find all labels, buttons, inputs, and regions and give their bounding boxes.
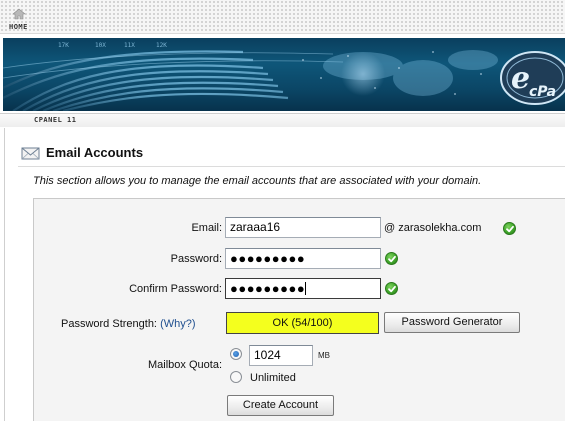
- confirm-valid-check-icon: [385, 282, 398, 295]
- quota-unit: MB: [318, 351, 330, 360]
- header-banner: 17K 10X 11X 12K e cPa: [3, 38, 565, 111]
- cpanel-logo: e cPa: [500, 51, 565, 105]
- password-input[interactable]: ●●●●●●●●●: [225, 248, 381, 269]
- email-domain: @ zarasolekha.com: [384, 222, 482, 234]
- strength-label-text: Password Strength:: [61, 318, 157, 330]
- banner-number: 12K: [156, 42, 167, 49]
- banner-number: 11X: [124, 42, 135, 49]
- page-title: Email Accounts: [46, 145, 144, 160]
- section-description: This section allows you to manage the em…: [33, 175, 482, 187]
- svg-text:cPa: cPa: [529, 84, 556, 100]
- banner-number: 10X: [95, 42, 106, 49]
- top-navigation-bar: HOME: [0, 0, 565, 34]
- confirm-password-label: Confirm Password:: [129, 283, 222, 295]
- quota-value: 1024: [254, 348, 281, 362]
- quota-limited-radio[interactable]: [230, 348, 242, 360]
- email-valid-check-icon: [503, 222, 516, 235]
- password-valid-check-icon: [385, 252, 398, 265]
- section-bar: [0, 113, 565, 127]
- mailbox-quota-label: Mailbox Quota:: [148, 359, 222, 371]
- envelope-icon: [21, 147, 40, 160]
- password-strength-label: Password Strength: (Why?): [61, 318, 196, 330]
- create-account-button[interactable]: Create Account: [227, 395, 334, 416]
- password-label: Password:: [170, 253, 222, 265]
- svg-text:e: e: [511, 61, 530, 96]
- banner-graphic: 17K 10X 11X 12K e cPa: [3, 42, 565, 111]
- home-icon[interactable]: [12, 8, 26, 20]
- password-value: ●●●●●●●●●: [230, 251, 306, 266]
- confirm-password-value: ●●●●●●●●●: [230, 281, 306, 296]
- password-strength-meter: OK (54/100): [226, 312, 379, 334]
- text-cursor: [305, 282, 307, 295]
- email-label: Email:: [191, 222, 222, 234]
- home-link[interactable]: HOME: [9, 23, 28, 31]
- banner-number: 17K: [58, 42, 69, 49]
- section-label: CPANEL 11: [34, 116, 77, 124]
- email-value: zaraaa16: [230, 220, 281, 234]
- password-generator-button[interactable]: Password Generator: [384, 312, 520, 333]
- title-divider: [18, 166, 565, 167]
- quota-input[interactable]: 1024: [249, 345, 313, 366]
- email-input[interactable]: zaraaa16: [225, 217, 381, 238]
- quota-unlimited-radio[interactable]: [230, 371, 242, 383]
- unlimited-label: Unlimited: [250, 372, 296, 384]
- confirm-password-input[interactable]: ●●●●●●●●●: [225, 278, 381, 299]
- why-link[interactable]: (Why?): [160, 318, 195, 330]
